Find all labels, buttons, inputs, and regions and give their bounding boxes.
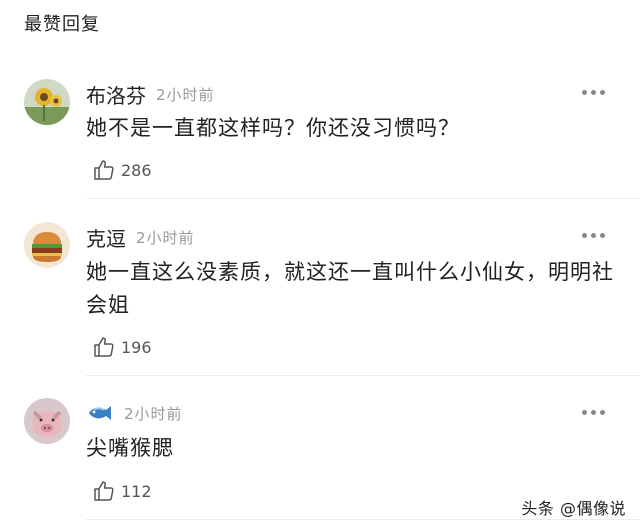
burger-avatar-icon — [24, 222, 70, 268]
avatar[interactable] — [24, 79, 70, 125]
like-button[interactable]: 286 — [92, 157, 152, 183]
thumbs-up-icon — [94, 481, 114, 501]
avatar[interactable] — [24, 398, 70, 444]
divider — [86, 198, 640, 199]
like-count: 196 — [121, 337, 152, 357]
username[interactable]: 布洛芬 — [86, 80, 146, 109]
name-row: 2小时前 — [86, 398, 183, 428]
pig-avatar-icon — [24, 398, 70, 444]
comment-text: 尖嘴猴腮 — [86, 436, 174, 460]
thumbs-up-icon — [94, 337, 114, 357]
watermark: 头条 @偶像说 — [521, 499, 626, 518]
more-options-icon[interactable] — [582, 88, 606, 96]
like-button[interactable]: 196 — [92, 334, 152, 360]
timestamp: 2小时前 — [124, 404, 183, 423]
timestamp: 2小时前 — [136, 228, 195, 247]
section-title: 最赞回复 — [24, 14, 100, 35]
divider — [86, 519, 640, 520]
more-options-icon[interactable] — [582, 231, 606, 239]
comment-text: 她不是一直都这样吗？你还没习惯吗？ — [86, 116, 460, 140]
username[interactable]: 克逗 — [86, 223, 126, 252]
thumbs-up-icon — [94, 160, 114, 180]
fish-emoji-icon[interactable] — [86, 402, 114, 424]
like-count: 286 — [121, 160, 152, 180]
like-button[interactable]: 112 — [92, 478, 152, 504]
timestamp: 2小时前 — [156, 85, 215, 104]
name-row: 克逗 2小时前 — [86, 222, 195, 252]
comment-text: 她一直这么没素质，就这还一直叫什么小仙女，明明社会姐 — [86, 260, 614, 317]
more-options-icon[interactable] — [582, 408, 606, 416]
like-count: 112 — [121, 481, 152, 501]
sunflower-avatar-icon — [24, 79, 70, 125]
avatar[interactable] — [24, 222, 70, 268]
name-row: 布洛芬 2小时前 — [86, 79, 215, 109]
divider — [86, 375, 640, 376]
